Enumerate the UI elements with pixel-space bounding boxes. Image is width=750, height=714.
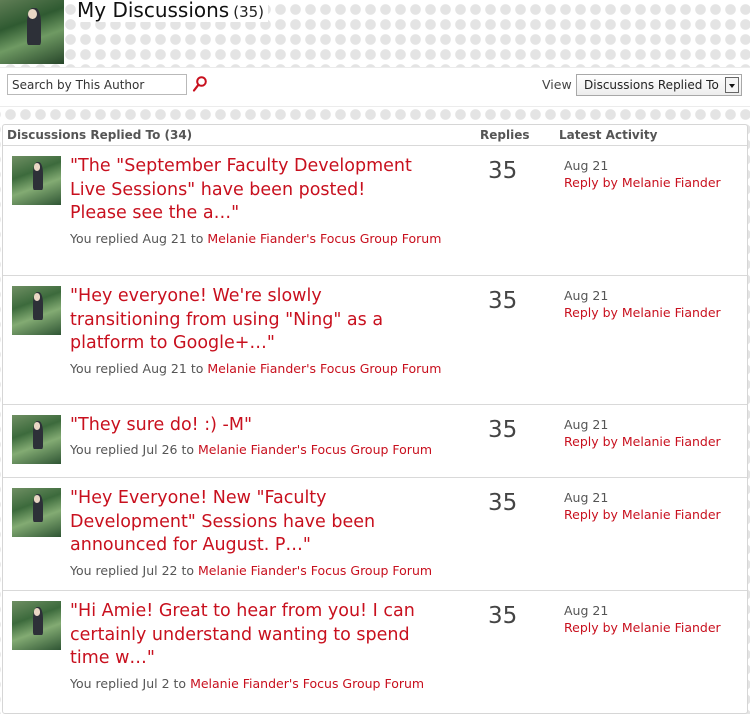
avatar[interactable] <box>12 286 61 335</box>
avatar[interactable] <box>12 156 61 205</box>
discussion-row: "They sure do! :) -M" You replied Jul 26… <box>3 404 747 477</box>
discussion-title-link[interactable]: "They sure do! :) -M" <box>70 414 470 438</box>
reply-meta: You replied Aug 21 to Melanie Fiander's … <box>70 361 460 378</box>
avatar-face <box>33 494 41 503</box>
reply-count: 35 <box>488 490 518 516</box>
discussion-row: "Hey Everyone! New "Faculty Development"… <box>3 477 747 590</box>
avatar[interactable] <box>12 415 61 464</box>
title-line: "The "September Faculty Development <box>70 156 412 176</box>
reply-meta: You replied Jul 22 to Melanie Fiander's … <box>70 563 460 580</box>
reply-meta-prefix: You replied Jul 2 to <box>70 676 191 691</box>
title-line: platform to Google+…" <box>70 333 275 353</box>
title-line: "Hi Amie! Great to hear from you! I can <box>70 601 415 621</box>
reply-count: 35 <box>488 417 518 443</box>
title-line: Development" Sessions have been <box>70 511 376 532</box>
discussion-list: Discussions Replied To (34) Replies Late… <box>2 124 748 714</box>
forum-link[interactable]: Melanie Fiander's Focus Group Forum <box>207 231 441 246</box>
activity-reply-link[interactable]: Reply by Melanie Fiander <box>564 175 721 190</box>
discussion-row: "The "September Faculty Development Live… <box>3 145 747 275</box>
title-line: transitioning from using "Ning" as a <box>70 309 384 330</box>
reply-meta-prefix: You replied Jul 26 to <box>70 442 199 457</box>
reply-count: 35 <box>488 603 518 629</box>
search-icon[interactable] <box>192 75 208 93</box>
activity-reply-link[interactable]: Reply by Melanie Fiander <box>564 507 721 522</box>
reply-count: 35 <box>488 288 518 314</box>
column-header-activity: Latest Activity <box>559 128 658 142</box>
forum-link[interactable]: Melanie Fiander's Focus Group Forum <box>198 563 432 578</box>
page-header: My Discussions (35) <box>0 0 750 64</box>
avatar-face <box>33 162 41 171</box>
title-line: Please see the a…" <box>70 203 240 223</box>
chevron-down-icon[interactable] <box>725 77 739 93</box>
activity-date: Aug 21 <box>564 288 609 303</box>
forum-link[interactable]: Melanie Fiander's Focus Group Forum <box>198 442 432 457</box>
discussion-title-link[interactable]: "Hi Amie! Great to hear from you! I can … <box>70 600 470 671</box>
reply-meta-prefix: You replied Aug 21 to <box>70 231 208 246</box>
reply-meta-prefix: You replied Aug 21 to <box>70 361 208 376</box>
activity-date: Aug 21 <box>564 603 609 618</box>
view-select-value: Discussions Replied To <box>584 78 719 92</box>
column-header-replies: Replies <box>480 128 530 142</box>
column-header-topic: Discussions Replied To (34) <box>7 128 193 142</box>
reply-meta: You replied Jul 26 to Melanie Fiander's … <box>70 442 460 459</box>
activity-reply-link[interactable]: Reply by Melanie Fiander <box>564 434 721 449</box>
title-line: announced for August. P…" <box>70 535 311 555</box>
activity-date: Aug 21 <box>564 417 609 432</box>
avatar[interactable] <box>12 488 61 537</box>
title-line: "Hey Everyone! New "Faculty <box>70 488 327 508</box>
discussion-title-link[interactable]: "Hey everyone! We're slowly transitionin… <box>70 285 470 356</box>
title-line: "They sure do! :) -M" <box>70 415 253 435</box>
avatar-face <box>33 607 41 616</box>
avatar-face <box>33 421 41 430</box>
avatar-face <box>33 292 41 301</box>
title-line: time w…" <box>70 648 155 668</box>
avatar[interactable] <box>0 0 64 64</box>
activity-reply-link[interactable]: Reply by Melanie Fiander <box>564 305 721 320</box>
reply-meta: You replied Jul 2 to Melanie Fiander's F… <box>70 676 460 693</box>
title-line: Live Sessions" have been posted! <box>70 179 366 200</box>
discussion-title-link[interactable]: "The "September Faculty Development Live… <box>70 155 470 226</box>
title-line: "Hey everyone! We're slowly <box>70 286 322 306</box>
activity-date: Aug 21 <box>564 158 609 173</box>
discussion-count: (35) <box>233 3 265 21</box>
discussion-row: "Hi Amie! Great to hear from you! I can … <box>3 590 747 703</box>
reply-meta: You replied Aug 21 to Melanie Fiander's … <box>70 231 460 248</box>
page-title: My Discussions (35) <box>77 0 269 22</box>
page-title-text: My Discussions <box>77 0 230 22</box>
activity-date: Aug 21 <box>564 490 609 505</box>
forum-link[interactable]: Melanie Fiander's Focus Group Forum <box>207 361 441 376</box>
discussion-row: "Hey everyone! We're slowly transitionin… <box>3 275 747 404</box>
view-select[interactable]: Discussions Replied To <box>576 74 742 96</box>
forum-link[interactable]: Melanie Fiander's Focus Group Forum <box>190 676 424 691</box>
search-input[interactable] <box>7 74 187 95</box>
reply-count: 35 <box>488 158 518 184</box>
filter-toolbar: View Discussions Replied To <box>0 67 750 107</box>
reply-meta-prefix: You replied Jul 22 to <box>70 563 199 578</box>
activity-reply-link[interactable]: Reply by Melanie Fiander <box>564 620 721 635</box>
discussion-title-link[interactable]: "Hey Everyone! New "Faculty Development"… <box>70 487 470 558</box>
title-line: certainly understand wanting to spend <box>70 624 410 645</box>
avatar[interactable] <box>12 601 61 650</box>
view-label: View <box>542 77 572 92</box>
